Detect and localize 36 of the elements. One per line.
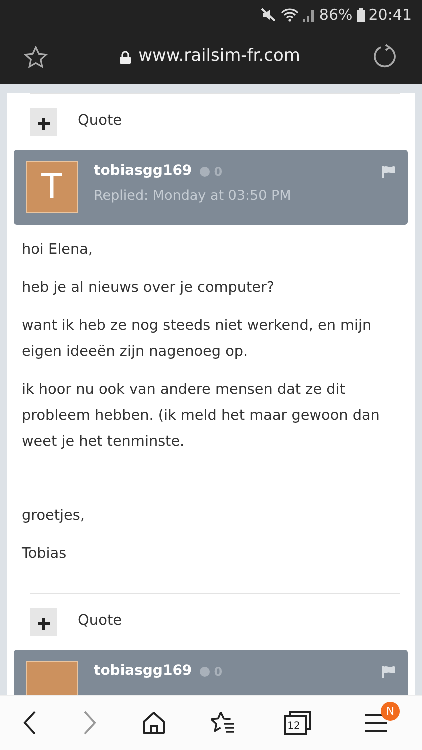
lock-icon	[120, 50, 131, 64]
plus-icon	[38, 618, 50, 630]
bookmarks-icon[interactable]	[210, 711, 236, 735]
star-icon[interactable]	[24, 46, 48, 68]
reply-date: Replied: Monday at 03:50 PM	[94, 187, 292, 206]
notification-badge: N	[381, 702, 400, 720]
expand-button[interactable]	[30, 108, 57, 136]
message-paragraph: Tobias	[22, 545, 68, 564]
author-name[interactable]: tobiasgg169	[94, 161, 192, 182]
quote-link[interactable]: Quote	[78, 111, 122, 133]
tabs-button[interactable]: 12	[280, 706, 316, 740]
battery-icon	[356, 8, 365, 22]
plus-icon	[38, 118, 50, 130]
avatar: T	[26, 161, 78, 213]
status-dot-icon	[200, 666, 210, 676]
signal-icon	[303, 8, 316, 22]
reload-icon[interactable]	[372, 44, 398, 70]
status-dot-icon	[200, 166, 210, 176]
url-text[interactable]: www.railsim-fr.com	[138, 44, 300, 70]
wifi-icon	[281, 8, 300, 22]
author-name[interactable]: tobiasgg169	[94, 661, 192, 682]
back-icon[interactable]	[22, 710, 38, 736]
mute-icon	[261, 8, 278, 22]
message-paragraph: heb je al nieuws over je computer?	[22, 279, 276, 298]
flag-icon[interactable]	[382, 666, 396, 678]
flag-icon[interactable]	[382, 166, 396, 178]
clock: 20:41	[368, 4, 412, 26]
message-paragraph: hoi Elena,	[22, 241, 94, 260]
battery-percent: 86%	[319, 4, 353, 26]
home-icon[interactable]	[142, 711, 166, 735]
message-paragraph: want ik heb ze nog steeds niet werkend, en mijn eigen ideeën zijn nagenoeg op.	[22, 317, 373, 362]
message-paragraph: ik hoor nu ook van andere mensen dat ze dit probleem hebben. (ik meld het maar gewoon dan weet je het tenminste.	[22, 381, 381, 452]
quote-link[interactable]: Quote	[78, 611, 122, 633]
menu-icon	[364, 712, 388, 734]
expand-button[interactable]	[30, 608, 57, 636]
message-paragraph: groetjes,	[22, 507, 86, 526]
